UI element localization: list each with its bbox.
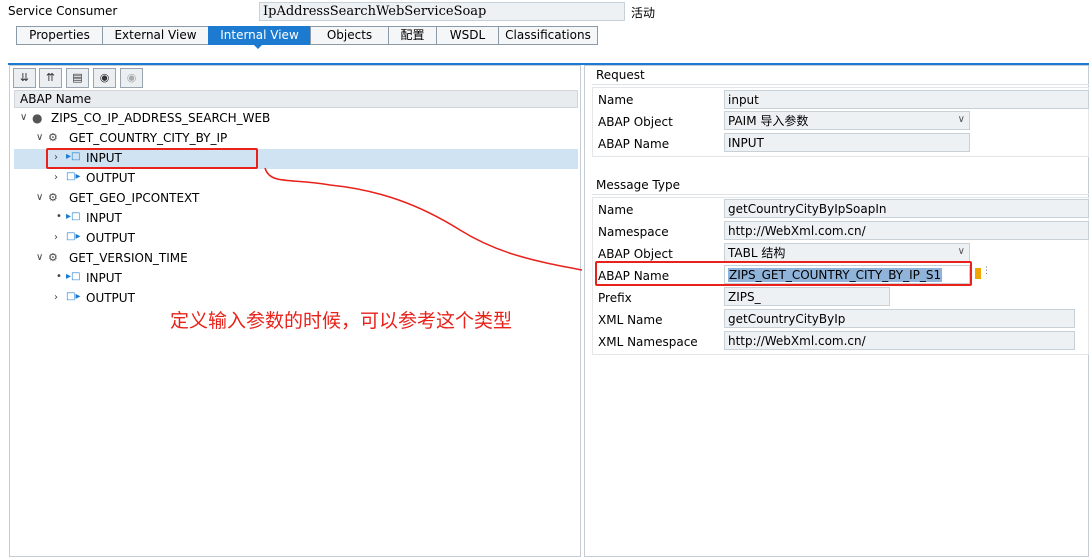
annotation-arrow: [264, 167, 583, 271]
